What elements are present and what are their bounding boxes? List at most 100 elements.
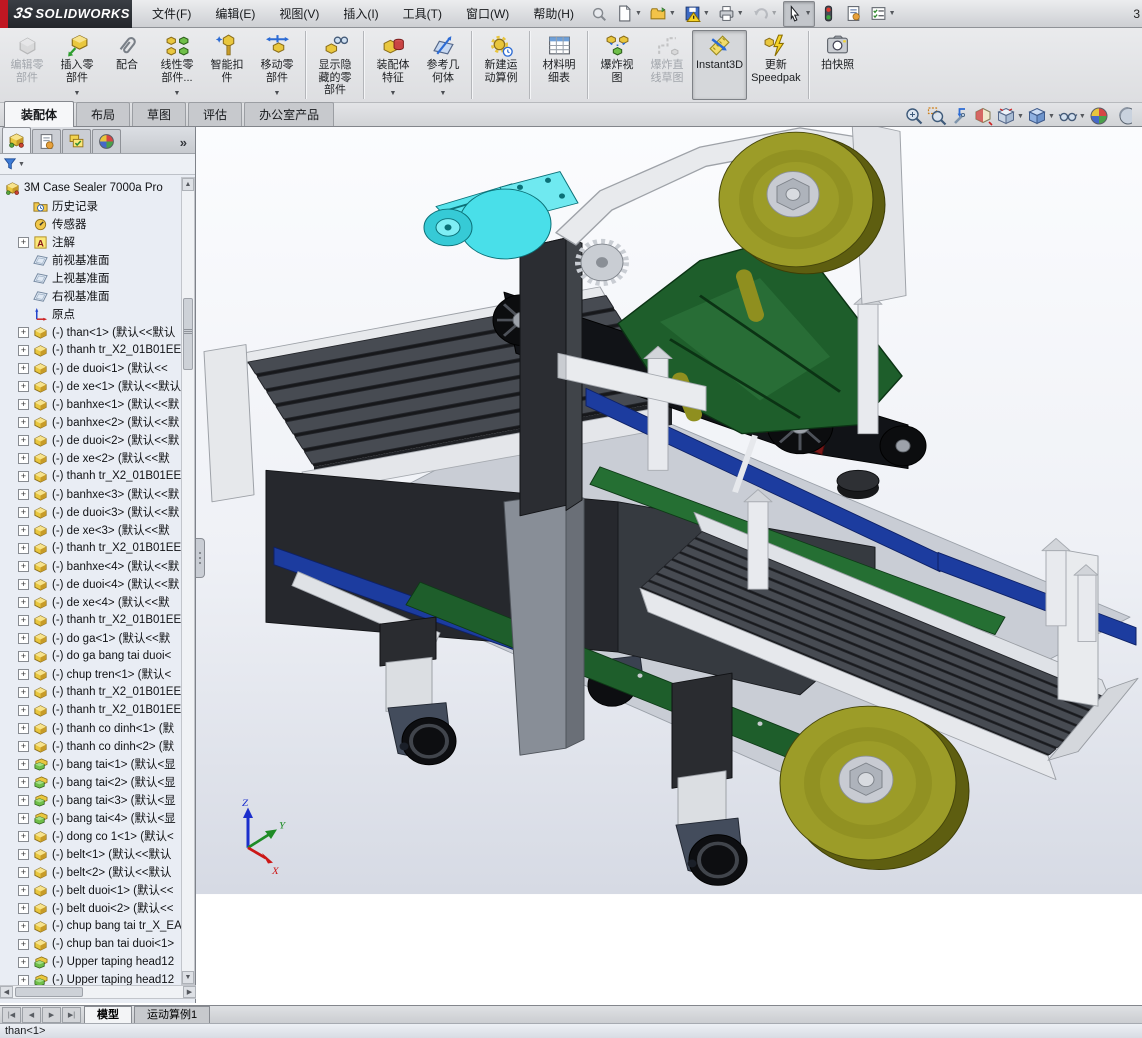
cursor-dropdown-caret[interactable]: ▼: [805, 10, 812, 17]
tree-item[interactable]: +(-) de xe<1> (默认<<默认: [0, 377, 181, 395]
expand-toggle[interactable]: +: [18, 453, 29, 464]
menu-item[interactable]: 帮助(H): [521, 0, 586, 27]
expand-toggle[interactable]: +: [18, 669, 29, 680]
section-button[interactable]: [973, 106, 993, 126]
expand-toggle[interactable]: +: [18, 381, 29, 392]
hideshow-button[interactable]: ▼: [1058, 106, 1086, 126]
panel-tab-fmdisplay[interactable]: [92, 129, 121, 153]
panel-tab-fmtree[interactable]: [2, 127, 31, 153]
feature-tree-filter[interactable]: ▼: [0, 154, 195, 175]
tree-vertical-scrollbar[interactable]: ▲ ▼: [181, 177, 195, 985]
sheet-nav-button[interactable]: ◀: [22, 1007, 41, 1023]
explode-button[interactable]: 爆炸视图: [592, 30, 642, 100]
tree-item[interactable]: +原点: [0, 305, 181, 323]
expand-toggle[interactable]: +: [18, 687, 29, 698]
tree-item[interactable]: +(-) chup ban tai duoi<1>: [0, 935, 181, 953]
sheet-tab-运动算例1[interactable]: 运动算例1: [134, 1006, 210, 1024]
tree-item[interactable]: +(-) thanh tr_X2_01B01EE:: [0, 467, 181, 485]
tree-item[interactable]: +(-) thanh tr_X2_01B01EE:: [0, 701, 181, 719]
print-dropdown-caret[interactable]: ▼: [737, 10, 744, 17]
expand-toggle[interactable]: +: [18, 795, 29, 806]
tree-item[interactable]: +(-) de duoi<2> (默认<<默: [0, 431, 181, 449]
tree-item[interactable]: +(-) thanh co dinh<1> (默: [0, 719, 181, 737]
expand-toggle[interactable]: +: [18, 471, 29, 482]
dispstyle-button[interactable]: ▼: [1027, 106, 1055, 126]
tree-item[interactable]: +(-) de xe<4> (默认<<默: [0, 593, 181, 611]
tree-item[interactable]: +(-) belt<1> (默认<<默认: [0, 845, 181, 863]
linear-dropdown-caret[interactable]: ▼: [174, 90, 181, 97]
tree-item[interactable]: +(-) de duoi<1> (默认<<: [0, 359, 181, 377]
motion-button[interactable]: 新建运动算例: [476, 30, 526, 100]
panel-splitter-handle[interactable]: [196, 538, 205, 578]
tree-item[interactable]: +(-) de duoi<3> (默认<<默: [0, 503, 181, 521]
tree-item[interactable]: +(-) de xe<2> (默认<<默: [0, 449, 181, 467]
expand-toggle[interactable]: +: [18, 543, 29, 554]
tree-item[interactable]: +(-) banhxe<2> (默认<<默: [0, 413, 181, 431]
expand-toggle[interactable]: +: [18, 435, 29, 446]
expand-toggle[interactable]: +: [18, 813, 29, 824]
expand-toggle[interactable]: +: [18, 345, 29, 356]
tree-item[interactable]: +(-) bang tai<1> (默认<显: [0, 755, 181, 773]
tree-item[interactable]: +(-) banhxe<3> (默认<<默: [0, 485, 181, 503]
print-button[interactable]: ▼: [715, 1, 747, 27]
expand-toggle[interactable]: +: [18, 705, 29, 716]
dispstyle-dropdown-caret[interactable]: ▼: [1048, 113, 1055, 120]
menu-item[interactable]: 窗口(W): [454, 0, 521, 27]
new-dropdown-caret[interactable]: ▼: [635, 10, 642, 17]
tree-item[interactable]: +(-) de xe<3> (默认<<默: [0, 521, 181, 539]
expand-toggle[interactable]: +: [18, 921, 29, 932]
rebuild-button[interactable]: [817, 1, 840, 27]
asmfeat-dropdown-caret[interactable]: ▼: [390, 90, 397, 97]
tree-item[interactable]: +(-) Upper taping head12: [0, 971, 181, 985]
tree-item[interactable]: +(-) belt duoi<1> (默认<<: [0, 881, 181, 899]
expand-toggle[interactable]: +: [18, 849, 29, 860]
save-button[interactable]: ▼: [681, 1, 713, 27]
bom-button[interactable]: 材料明细表: [534, 30, 584, 100]
tree-item[interactable]: +(-) de duoi<4> (默认<<默: [0, 575, 181, 593]
tab-评估[interactable]: 评估: [188, 102, 242, 126]
sheet-nav-button[interactable]: |◀: [2, 1007, 21, 1023]
expand-toggle[interactable]: +: [18, 579, 29, 590]
speedpak-button[interactable]: 更新Speedpak: [747, 30, 805, 100]
sheet-tab-模型[interactable]: 模型: [84, 1006, 132, 1024]
expand-toggle[interactable]: +: [18, 867, 29, 878]
menu-item[interactable]: 插入(I): [331, 0, 390, 27]
tree-item[interactable]: +(-) thanh co dinh<2> (默: [0, 737, 181, 755]
cursor-button[interactable]: ▼: [783, 1, 815, 27]
tree-item[interactable]: +(-) do ga<1> (默认<<默: [0, 629, 181, 647]
hideshow-dropdown-caret[interactable]: ▼: [1079, 113, 1086, 120]
expand-toggle[interactable]: +: [18, 777, 29, 788]
panel-tab-fmconfig[interactable]: [62, 129, 91, 153]
vieworient-dropdown-caret[interactable]: ▼: [1017, 113, 1024, 120]
vertical-scroll-thumb[interactable]: [183, 298, 193, 370]
move-dropdown-caret[interactable]: ▼: [274, 90, 281, 97]
open-button[interactable]: ▼: [647, 1, 679, 27]
expand-toggle[interactable]: +: [18, 561, 29, 572]
tree-item[interactable]: +(-) belt duoi<2> (默认<<: [0, 899, 181, 917]
undo-dropdown-caret[interactable]: ▼: [771, 10, 778, 17]
tree-item[interactable]: +传感器: [0, 215, 181, 233]
tree-item[interactable]: 3M Case Sealer 7000a Pro: [0, 179, 181, 197]
menu-item[interactable]: 文件(F): [140, 0, 203, 27]
refgeo-dropdown-caret[interactable]: ▼: [440, 90, 447, 97]
tab-装配体[interactable]: 装配体: [4, 101, 74, 127]
asmfeat-button[interactable]: 装配体特征▼: [368, 30, 418, 100]
expand-toggle[interactable]: +: [18, 615, 29, 626]
appearance-button[interactable]: [1089, 106, 1109, 126]
expand-toggle[interactable]: +: [18, 903, 29, 914]
tab-布局[interactable]: 布局: [76, 102, 130, 126]
tree-item[interactable]: +上视基准面: [0, 269, 181, 287]
tree-horizontal-scrollbar[interactable]: ◀ ▶: [0, 985, 196, 999]
scroll-left-button[interactable]: ◀: [0, 986, 13, 998]
expand-toggle[interactable]: +: [18, 525, 29, 536]
menu-item[interactable]: 视图(V): [267, 0, 331, 27]
new-button[interactable]: ▼: [613, 1, 645, 27]
expand-toggle[interactable]: +: [18, 759, 29, 770]
tree-item[interactable]: +(-) Upper taping head12: [0, 953, 181, 971]
showhid-button[interactable]: 显示隐藏的零部件: [310, 30, 360, 100]
tree-item[interactable]: +(-) do ga bang tai duoi<: [0, 647, 181, 665]
tree-item[interactable]: +(-) thanh tr_X2_01B01EE:: [0, 611, 181, 629]
move-button[interactable]: 移动零部件▼: [252, 30, 302, 100]
tree-item[interactable]: +(-) thanh tr_X2_01B01EE:: [0, 539, 181, 557]
expand-toggle[interactable]: +: [18, 975, 29, 986]
